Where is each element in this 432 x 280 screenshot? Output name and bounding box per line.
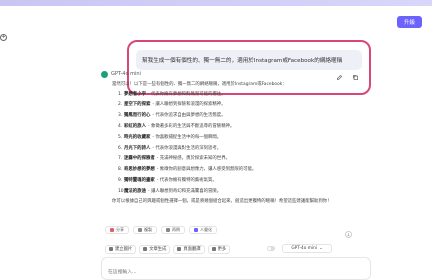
sidebar-toggle-icon[interactable]: + bbox=[0, 34, 7, 41]
upgrade-button[interactable]: 升級 bbox=[397, 16, 422, 28]
article-generate-button[interactable]: 文章生成 bbox=[139, 244, 171, 254]
copy-button[interactable]: 複製 bbox=[133, 226, 157, 234]
share-icon bbox=[110, 228, 114, 232]
list-item: 6. 月光下的詩人 - 代表你浪漫與對生活的深刻思考。 bbox=[118, 145, 222, 151]
create-image-button[interactable]: 建立圖片 bbox=[105, 244, 137, 254]
copy-icon[interactable] bbox=[352, 74, 359, 81]
list-item: 2. 星空下的探索 - 讓人聯想到探險和浪漫的探索精神。 bbox=[118, 102, 226, 108]
message-actions: 分享 複製 再問 人聲化 bbox=[105, 226, 217, 234]
list-item: 9. 獨特靈魂的畫家 - 代表你擁有獨特的藝術氣質。 bbox=[118, 177, 217, 183]
translate-icon bbox=[177, 247, 182, 251]
list-item: 3. 獨風而行的心 - 代表你追求自由與夢想的生活態度。 bbox=[118, 113, 226, 119]
answer-outro: 你可以根據自己的興趣或個性選擇一個，或是將幾個組合起來，創造出更獨特的暱稱！希望… bbox=[112, 199, 332, 205]
list-item: 7. 迷霧中的探險者 - 充滿神秘感，勇於探索未知的世界。 bbox=[118, 156, 230, 162]
humanize-icon bbox=[194, 228, 198, 232]
chevron-down-icon: ⌄ bbox=[319, 246, 323, 251]
bot-name: GPT-4o mini bbox=[111, 71, 141, 77]
document-icon bbox=[143, 247, 148, 251]
humanize-button[interactable]: 人聲化 bbox=[189, 226, 217, 234]
regenerate-button[interactable]: 再問 bbox=[161, 226, 185, 234]
grid-icon bbox=[211, 247, 216, 251]
message-input-box[interactable] bbox=[101, 257, 371, 280]
image-icon bbox=[109, 247, 113, 251]
bot-answer: 當然可以！以下是一些有個性的、獨一無二的網絡暱稱，適用於Instagram或Fa… bbox=[112, 81, 362, 207]
nickname-list: 1. 夢想者小宇 - 代表你擁有夢想和對無限可能的嚮往。 2. 星空下的探索 - 讓人聯… bbox=[112, 89, 362, 197]
scroll-down-button[interactable]: ↓ bbox=[345, 231, 352, 238]
page-translate-button[interactable]: 頁面翻譯 bbox=[173, 244, 205, 254]
list-item: 10. 魔法的旅途 - 讓人聯想到奇幻和充滿驚喜的冒險。 bbox=[118, 188, 222, 194]
message-input[interactable] bbox=[102, 266, 370, 279]
list-item: 4. 彩虹的旅人 - 象徵著多彩的生活與不斷追尋的冒險精神。 bbox=[118, 123, 235, 129]
list-item: 1. 夢想者小宇 - 代表你擁有夢想和對無限可能的嚮往。 bbox=[118, 91, 226, 97]
user-message: 幫我生成一個有個性的、獨一無二的，適用於Instagram或Facebook的網… bbox=[136, 50, 362, 70]
edit-icon[interactable] bbox=[336, 74, 343, 81]
refresh-icon bbox=[166, 228, 170, 232]
list-item: 5. 時光的收藏家 - 你喜歡捕捉生活中的每一個瞬間。 bbox=[118, 134, 222, 140]
bot-avatar bbox=[101, 71, 108, 78]
top-accent-bar bbox=[0, 0, 432, 6]
more-button[interactable]: 更多 bbox=[207, 244, 231, 254]
copy-action-icon bbox=[138, 228, 142, 232]
share-button[interactable]: 分享 bbox=[105, 226, 129, 234]
web-search-toggle[interactable] bbox=[267, 246, 275, 251]
answer-intro: 當然可以！以下是一些有個性的、獨一無二的網絡暱稱，適用於Instagram或Fa… bbox=[112, 82, 287, 87]
model-label: GPT-4o mini bbox=[291, 246, 318, 251]
model-select[interactable]: GPT-4o mini ⌄ bbox=[282, 244, 332, 253]
list-item: 8. 奇思妙想的夢想 - 象徵你的創意與想像力，讓人感受到無限的可能。 bbox=[118, 167, 257, 173]
tool-bar: 建立圖片 文章生成 頁面翻譯 更多 bbox=[105, 244, 385, 254]
